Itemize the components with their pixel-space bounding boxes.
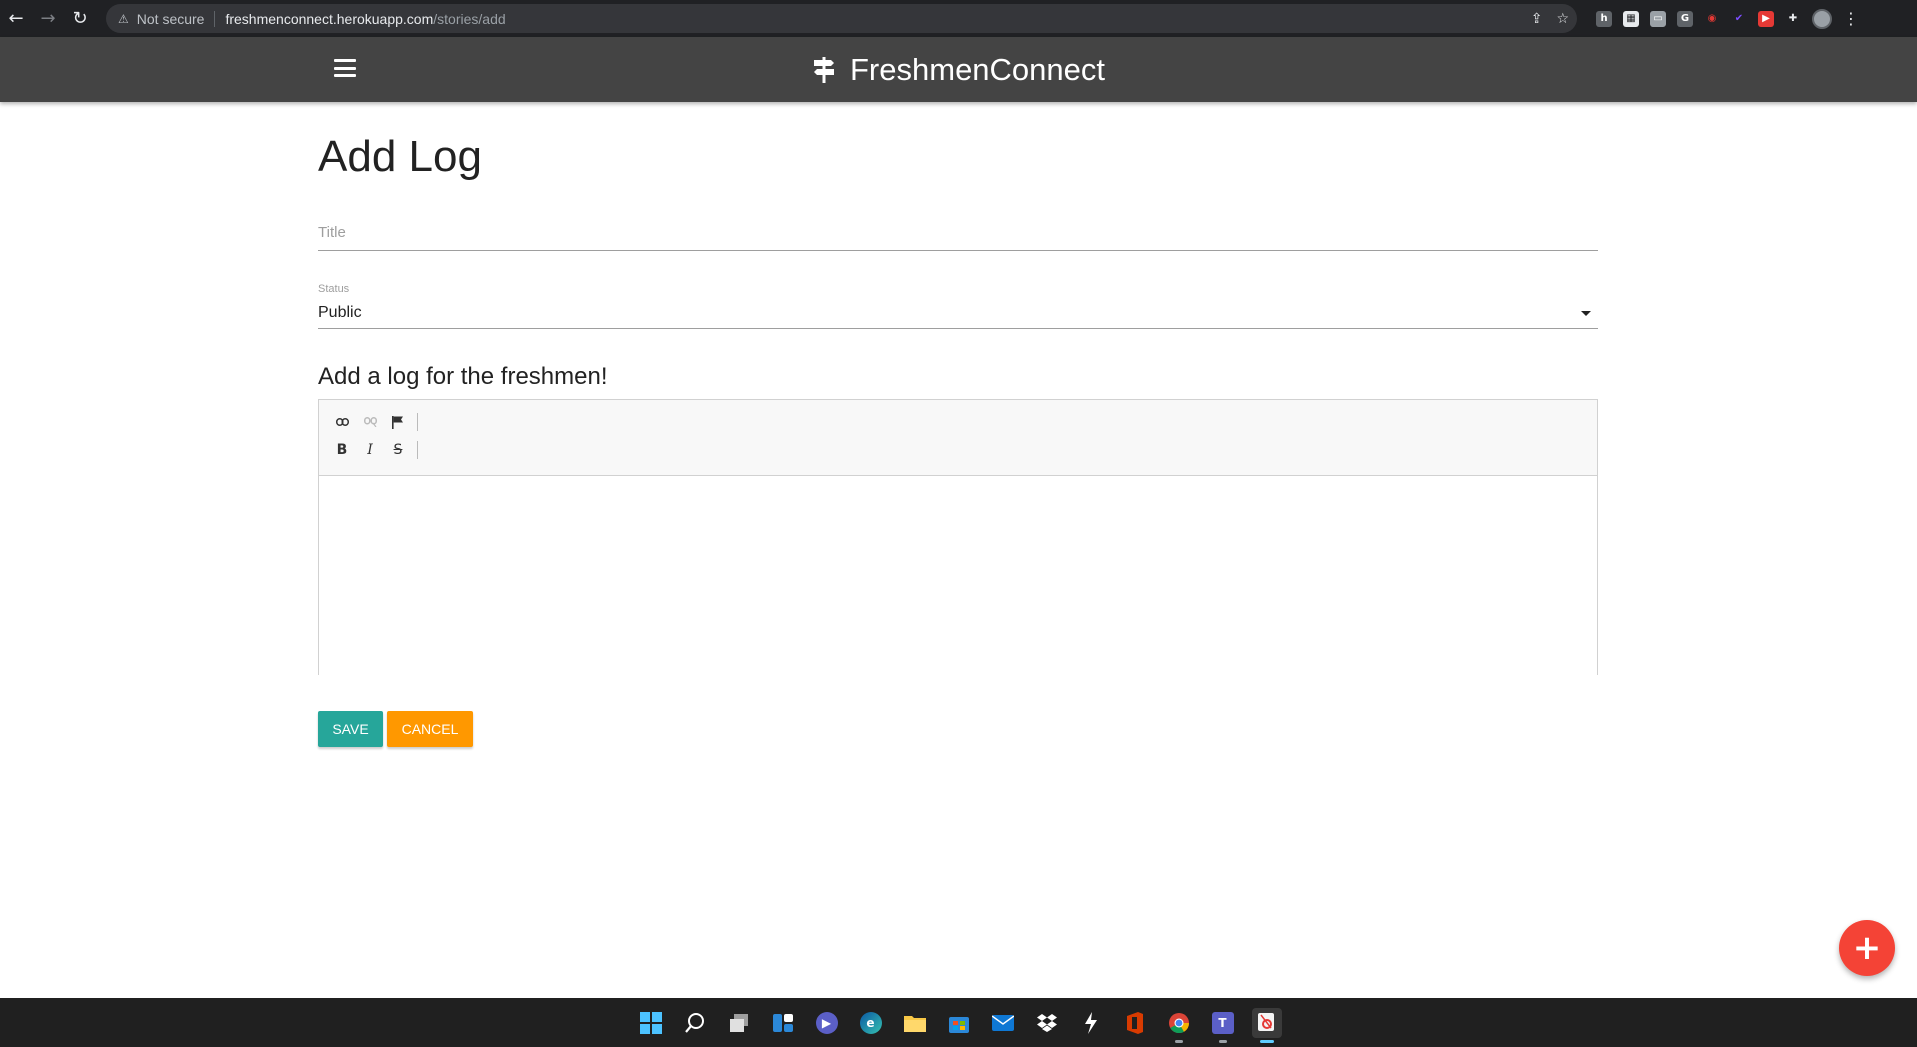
task-view-icon[interactable] <box>724 1008 754 1038</box>
status-field: Status Public <box>318 283 1598 329</box>
url-path: /stories/add <box>433 10 506 27</box>
teams-icon[interactable]: T <box>1208 1008 1238 1043</box>
title-input[interactable]: Title <box>318 216 1598 241</box>
flag-icon[interactable] <box>387 411 409 433</box>
toolbar-divider <box>417 413 418 431</box>
mail-icon[interactable] <box>988 1008 1018 1038</box>
running-indicator <box>1174 1039 1183 1043</box>
extension-icon[interactable]: ✔ <box>1731 10 1747 27</box>
active-indicator <box>1259 1039 1274 1043</box>
editor-heading: Add a log for the freshmen! <box>318 363 608 390</box>
brand-logo[interactable]: FreshmenConnect <box>812 50 1105 90</box>
dropbox-icon[interactable] <box>1032 1008 1062 1038</box>
url-domain: freshmenconnect.herokuapp.com <box>225 10 434 27</box>
status-label: Status <box>318 283 350 295</box>
hamburger-menu-icon[interactable] <box>334 59 356 77</box>
chrome-icon[interactable] <box>1164 1008 1194 1043</box>
cancel-button[interactable]: CANCEL <box>387 711 473 747</box>
address-divider <box>214 10 216 27</box>
share-icon[interactable]: ⇪ <box>1531 11 1543 27</box>
app-icon[interactable] <box>1076 1008 1106 1038</box>
strikethrough-button[interactable]: S <box>387 439 409 461</box>
editor-toolbar: B I S <box>319 400 1597 476</box>
brand-name: FreshmenConnect <box>850 52 1106 87</box>
link-icon[interactable] <box>331 411 353 433</box>
snipping-tool-icon[interactable] <box>1251 1007 1282 1043</box>
extensions-bar: h ▦ ▭ G ◉ ✔ ▶ ✚ ⋮ <box>1596 0 1859 37</box>
status-value: Public <box>318 304 362 321</box>
signpost-icon <box>814 57 834 83</box>
extension-icon[interactable]: ▭ <box>1650 10 1666 27</box>
warning-icon: ⚠ <box>118 11 129 26</box>
browser-toolbar: ← → ↻ ⚠ Not secure freshmenconnect.herok… <box>0 0 1917 37</box>
security-label: Not secure <box>136 10 205 27</box>
edge-icon[interactable]: e <box>856 1008 886 1038</box>
puzzle-icon[interactable]: ✚ <box>1785 10 1801 27</box>
bold-button[interactable]: B <box>331 439 353 461</box>
store-icon[interactable] <box>944 1008 974 1038</box>
address-bar[interactable]: ⚠ Not secure freshmenconnect.herokuapp.c… <box>106 4 1577 33</box>
more-menu-icon[interactable]: ⋮ <box>1843 9 1859 28</box>
add-fab-button[interactable]: + <box>1839 920 1895 976</box>
file-explorer-icon[interactable] <box>900 1008 930 1038</box>
forward-icon[interactable]: → <box>32 0 64 37</box>
extension-icon[interactable]: ◉ <box>1704 10 1720 27</box>
back-icon[interactable]: ← <box>0 0 32 37</box>
toolbar-divider <box>417 441 418 459</box>
office-icon[interactable] <box>1120 1008 1150 1038</box>
extension-icon[interactable]: G <box>1677 10 1693 27</box>
extension-icon[interactable]: ▶ <box>1758 10 1774 27</box>
status-select[interactable]: Public <box>318 295 1598 329</box>
extension-icon[interactable]: ▦ <box>1623 10 1639 27</box>
italic-button[interactable]: I <box>359 439 381 461</box>
dropdown-arrow-icon[interactable] <box>1581 310 1591 316</box>
search-icon[interactable] <box>680 1008 710 1038</box>
app-navbar: FreshmenConnect <box>0 37 1917 102</box>
toolbar-row-format: B I S <box>331 436 1585 464</box>
toolbar-row-links <box>331 408 1585 436</box>
os-taskbar: ▶ e T <box>0 998 1917 1047</box>
widgets-icon[interactable] <box>768 1008 798 1038</box>
teams-chat-icon[interactable]: ▶ <box>812 1008 842 1038</box>
editor-body[interactable] <box>319 476 1597 676</box>
bookmark-star-icon[interactable]: ☆ <box>1556 11 1569 27</box>
reload-icon[interactable]: ↻ <box>64 0 96 37</box>
page-title: Add Log <box>318 132 482 181</box>
running-indicator <box>1218 1039 1227 1043</box>
main-content: Add Log Title Status Public Add a log fo… <box>318 102 1598 747</box>
title-field[interactable]: Title <box>318 216 1598 251</box>
windows-start-icon[interactable] <box>636 1008 666 1038</box>
rich-text-editor: B I S <box>318 399 1598 676</box>
extension-icon[interactable]: h <box>1596 10 1612 27</box>
profile-avatar[interactable] <box>1812 8 1832 29</box>
form-actions: SAVE CANCEL <box>318 711 1598 747</box>
unlink-icon[interactable] <box>359 411 381 433</box>
save-button[interactable]: SAVE <box>318 711 383 747</box>
